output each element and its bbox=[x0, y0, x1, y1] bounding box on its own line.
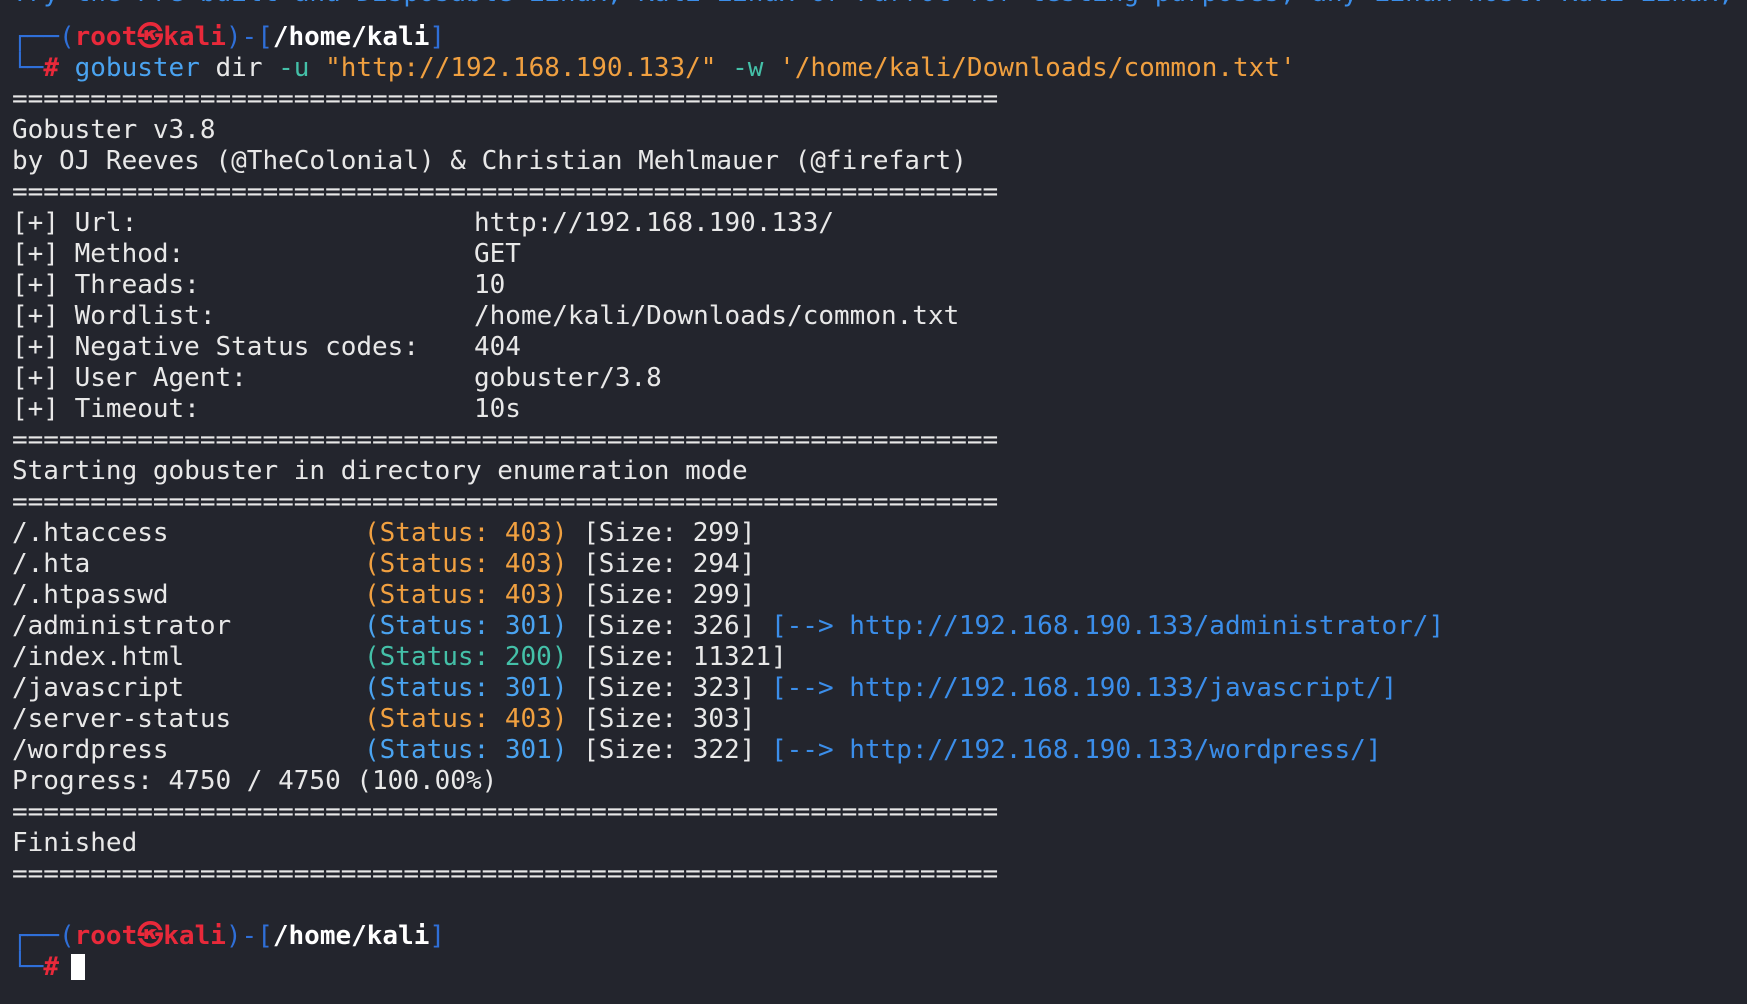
command-flag-u: -u bbox=[278, 53, 310, 83]
start-message: Starting gobuster in directory enumerati… bbox=[12, 456, 748, 486]
shell-prompt-2: ┌──(root㉿kali)-[/home/kali] └─# bbox=[12, 921, 1747, 983]
result-path: /.htpasswd bbox=[12, 580, 169, 610]
result-path: /javascript bbox=[12, 673, 185, 703]
config-label: [+] Timeout: bbox=[12, 394, 200, 424]
text-cursor[interactable] bbox=[70, 954, 85, 980]
config-row: [+] Wordlist: /home/kali/Downloads/common… bbox=[12, 301, 1747, 332]
result-path: /administrator bbox=[12, 611, 232, 641]
prompt-user: root bbox=[74, 22, 138, 52]
result-path: /wordpress bbox=[12, 735, 169, 765]
result-status: (Status: 403) bbox=[364, 580, 568, 610]
results-list: /.htaccess (Status: 403) [Size: 299] /.ht… bbox=[12, 518, 1747, 766]
config-row: [+] Negative Status codes: 404 bbox=[12, 332, 1747, 363]
config-value: 404 bbox=[474, 332, 521, 362]
skull-icon: ㉿ bbox=[137, 921, 164, 951]
result-status: (Status: 200) bbox=[364, 642, 568, 672]
prompt-host: kali bbox=[163, 921, 226, 951]
banner-version: Gobuster v3.8 bbox=[12, 115, 216, 145]
finished-message: Finished bbox=[12, 828, 138, 858]
config-value: gobuster/3.8 bbox=[474, 363, 662, 393]
result-path: /.htaccess bbox=[12, 518, 169, 548]
config-value: 10s bbox=[474, 394, 521, 424]
prompt-close: ] bbox=[429, 22, 446, 52]
prompt-mid: )-[ bbox=[225, 921, 273, 951]
banner-authors: by OJ Reeves (@TheColonial) & Christian … bbox=[12, 146, 967, 176]
result-row: /wordpress (Status: 301) [Size: 322] [-->… bbox=[12, 735, 1747, 766]
command-program: gobuster bbox=[74, 53, 200, 83]
config-row: [+] Timeout: 10s bbox=[12, 394, 1747, 425]
result-path: /server-status bbox=[12, 704, 232, 734]
result-row: /index.html (Status: 200) [Size: 11321] bbox=[12, 642, 1747, 673]
config-label: [+] Url: bbox=[12, 208, 138, 238]
result-size: [Size: 326] bbox=[583, 611, 756, 641]
result-size: [Size: 11321] bbox=[583, 642, 787, 672]
result-size: [Size: 299] bbox=[583, 580, 756, 610]
clipped-text: Try the Pre-built and Disposable Linux, … bbox=[12, 0, 1747, 9]
separator-line: ========================================… bbox=[12, 425, 999, 455]
result-size: [Size: 294] bbox=[583, 549, 756, 579]
result-status: (Status: 301) bbox=[364, 735, 568, 765]
command-sub: dir bbox=[215, 53, 263, 83]
result-size: [Size: 323] bbox=[583, 673, 756, 703]
config-label: [+] Negative Status codes: bbox=[12, 332, 419, 362]
config-value: 10 bbox=[474, 270, 506, 300]
result-row: /.hta (Status: 403) [Size: 294] bbox=[12, 549, 1747, 580]
result-row: /.htpasswd (Status: 403) [Size: 299] bbox=[12, 580, 1747, 611]
result-status: (Status: 403) bbox=[364, 549, 568, 579]
result-redirect-link[interactable]: [--> http://192.168.190.133/javascript/] bbox=[771, 673, 1397, 703]
config-label: [+] Wordlist: bbox=[12, 301, 216, 331]
result-row: /server-status (Status: 403) [Size: 303] bbox=[12, 704, 1747, 735]
result-size: [Size: 303] bbox=[583, 704, 756, 734]
separator-line: ========================================… bbox=[12, 487, 999, 517]
config-row: [+] Url: http://192.168.190.133/ bbox=[12, 208, 1747, 239]
command-wordlist: '/home/kali/Downloads/common.txt' bbox=[779, 53, 1296, 83]
config-value: GET bbox=[474, 239, 521, 269]
prompt-host: kali bbox=[163, 22, 226, 52]
separator-line: ========================================… bbox=[12, 177, 999, 207]
command-flag-w: -w bbox=[732, 53, 764, 83]
result-size: [Size: 322] bbox=[583, 735, 756, 765]
result-redirect-link[interactable]: [--> http://192.168.190.133/administrato… bbox=[771, 611, 1444, 641]
config-label: [+] User Agent: bbox=[12, 363, 247, 393]
prompt-user: root bbox=[74, 921, 138, 951]
config-row: [+] Threads: 10 bbox=[12, 270, 1747, 301]
separator-line: ========================================… bbox=[12, 859, 999, 889]
config-label: [+] Threads: bbox=[12, 270, 200, 300]
prompt-path: /home/kali bbox=[272, 22, 430, 52]
prompt-corner: └─ bbox=[12, 952, 44, 982]
terminal-window[interactable]: Try the Pre-built and Disposable Linux, … bbox=[0, 0, 1747, 1004]
prompt-path: /home/kali bbox=[272, 921, 430, 951]
result-path: /index.html bbox=[12, 642, 185, 672]
skull-icon: ㉿ bbox=[137, 22, 164, 52]
shell-prompt-1: ┌──(root㉿kali)-[/home/kali] └─# gobuster… bbox=[12, 22, 1747, 84]
result-status: (Status: 403) bbox=[364, 518, 568, 548]
result-row: /administrator (Status: 301) [Size: 326] … bbox=[12, 611, 1747, 642]
command-url: "http://192.168.190.133/" bbox=[325, 53, 717, 83]
result-status: (Status: 403) bbox=[364, 704, 568, 734]
config-list: [+] Url: http://192.168.190.133/ [+] Meth… bbox=[12, 208, 1747, 425]
result-redirect-link[interactable]: [--> http://192.168.190.133/wordpress/] bbox=[771, 735, 1381, 765]
config-row: [+] User Agent: gobuster/3.8 bbox=[12, 363, 1747, 394]
result-status: (Status: 301) bbox=[364, 673, 568, 703]
result-row: /javascript (Status: 301) [Size: 323] [--… bbox=[12, 673, 1747, 704]
prompt-corner: └─ bbox=[12, 53, 44, 83]
prompt-mid: )-[ bbox=[225, 22, 273, 52]
prompt-open: ┌──( bbox=[12, 921, 75, 951]
result-path: /.hta bbox=[12, 549, 91, 579]
prompt-open: ┌──( bbox=[12, 22, 75, 52]
config-label: [+] Method: bbox=[12, 239, 185, 269]
config-value: /home/kali/Downloads/common.txt bbox=[474, 301, 960, 331]
separator-line: ========================================… bbox=[12, 84, 999, 114]
result-row: /.htaccess (Status: 403) [Size: 299] bbox=[12, 518, 1747, 549]
clipped-previous-output: Try the Pre-built and Disposable Linux, … bbox=[12, 0, 1747, 10]
progress-line: Progress: 4750 / 4750 (100.00%) bbox=[12, 766, 498, 796]
prompt-hash: # bbox=[43, 952, 59, 982]
separator-line: ========================================… bbox=[12, 797, 999, 827]
prompt-close: ] bbox=[429, 921, 446, 951]
result-size: [Size: 299] bbox=[583, 518, 756, 548]
config-value: http://192.168.190.133/ bbox=[474, 208, 835, 238]
config-row: [+] Method: GET bbox=[12, 239, 1747, 270]
result-status: (Status: 301) bbox=[364, 611, 568, 641]
prompt-hash: # bbox=[43, 53, 59, 83]
